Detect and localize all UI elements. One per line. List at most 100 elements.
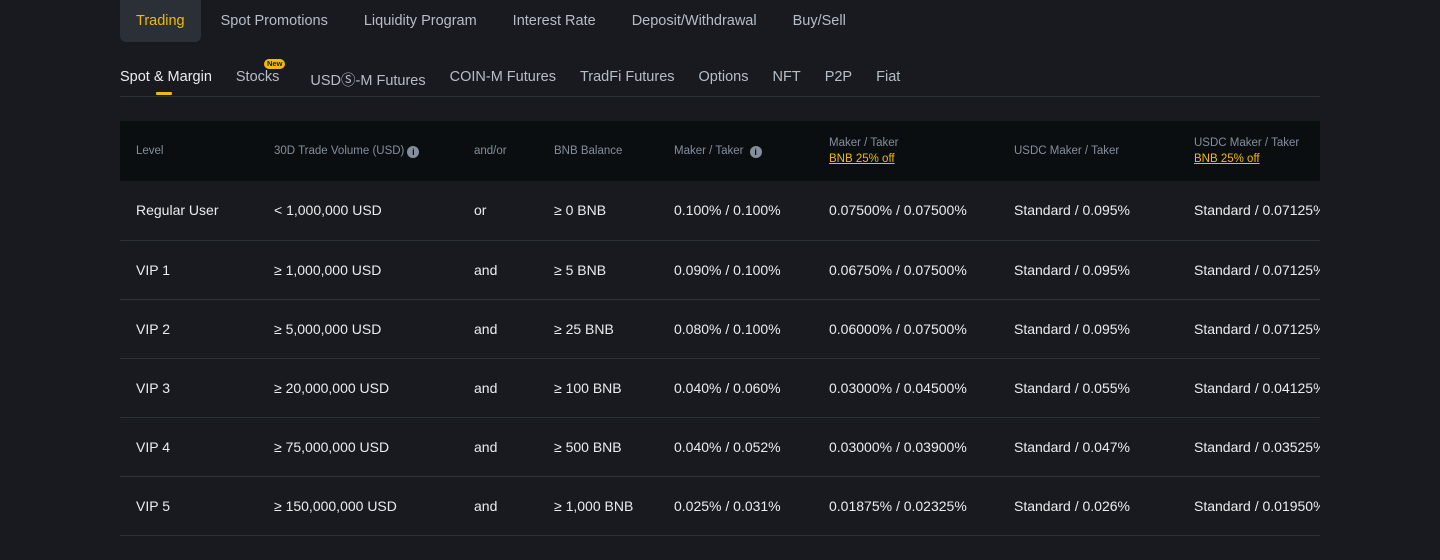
header-maker-taker-label: Maker / Taker [674, 144, 744, 157]
cell-level: VIP 2 [136, 320, 170, 337]
table-row: Regular User < 1,000,000 USD or ≥ 0 BNB … [120, 181, 1320, 240]
table-row: VIP 2 ≥ 5,000,000 USD and ≥ 25 BNB 0.080… [120, 299, 1320, 358]
cell-maker-taker: 0.025% / 0.031% [674, 497, 781, 514]
subtab-tradfi-futures[interactable]: TradFi Futures [580, 60, 675, 96]
cell-usdc-bnb: Standard / 0.07125% [1194, 202, 1320, 219]
cell-usdc-bnb: Standard / 0.01950% [1194, 497, 1320, 514]
cell-maker-taker-bnb: 0.06000% / 0.07500% [829, 320, 967, 337]
table-row: VIP 5 ≥ 150,000,000 USD and ≥ 1,000 BNB … [120, 476, 1320, 535]
cell-bnb-balance: ≥ 25 BNB [554, 320, 614, 337]
cell-bnb-balance: ≥ 500 BNB [554, 438, 622, 455]
subtab-nft[interactable]: NFT [773, 60, 801, 96]
cell-maker-taker-bnb: 0.06750% / 0.07500% [829, 261, 967, 278]
tab-liquidity-program[interactable]: Liquidity Program [348, 0, 493, 42]
subtab-label: TradFi Futures [579, 69, 675, 85]
subtab-spot-margin[interactable]: Spot & Margin [120, 60, 212, 96]
cell-maker-taker-bnb: 0.03000% / 0.03900% [829, 438, 967, 455]
new-badge: New [263, 59, 286, 69]
header-volume-label: 30D Trade Volume (USD) [274, 144, 405, 157]
subtab-label: Stocks [235, 69, 280, 85]
tab-buy-sell[interactable]: Buy/Sell [777, 0, 862, 42]
subtab-label: USDⓈ-M Futures [310, 73, 426, 89]
cell-usdc-bnb: Standard / 0.07125% [1194, 261, 1320, 278]
header-usdc: USDC Maker / Taker [1014, 145, 1120, 157]
header-usdc-bnb-label: USDC Maker / Taker [1194, 137, 1300, 149]
subtab-fiat[interactable]: Fiat [876, 60, 900, 96]
sub-tab-bar: Spot & Margin Stocks New USDⓈ-M Futures … [120, 59, 1320, 97]
bnb-discount-link[interactable]: BNB 25% off [1194, 153, 1320, 165]
subtab-stocks[interactable]: Stocks New [235, 59, 286, 96]
cell-usdc: Standard / 0.047% [1014, 438, 1130, 455]
header-maker-taker-bnb: Maker / Taker BNB 25% off [829, 121, 1014, 181]
cell-maker-taker-bnb: 0.03000% / 0.04500% [829, 379, 967, 396]
table-row: VIP 4 ≥ 75,000,000 USD and ≥ 500 BNB 0.0… [120, 417, 1320, 476]
cell-volume: < 1,000,000 USD [274, 202, 382, 219]
header-maker-taker-bnb-label: Maker / Taker [829, 137, 899, 149]
cell-usdc: Standard / 0.026% [1014, 497, 1130, 514]
cell-usdc: Standard / 0.055% [1014, 379, 1130, 396]
subtab-label: Spot & Margin [120, 69, 212, 85]
subtab-coinm-futures[interactable]: COIN-M Futures [450, 60, 556, 96]
cell-andor: and [474, 320, 498, 337]
cell-maker-taker: 0.040% / 0.060% [674, 379, 781, 396]
top-tab-bar: Trading Spot Promotions Liquidity Progra… [120, 0, 866, 42]
cell-maker-taker: 0.090% / 0.100% [674, 261, 781, 278]
cell-bnb-balance: ≥ 5 BNB [554, 261, 607, 278]
cell-usdc: Standard / 0.095% [1014, 261, 1130, 278]
header-bnb-balance: BNB Balance [554, 145, 623, 157]
subtab-label: NFT [772, 69, 801, 85]
cell-level: Regular User [136, 202, 219, 219]
cell-level: VIP 5 [136, 497, 170, 514]
header-maker-taker: Maker / Taker i [674, 121, 829, 181]
subtab-label: Options [698, 69, 749, 85]
table-header-row: Level 30D Trade Volume (USD) i and/or BNB… [120, 121, 1320, 181]
cell-level: VIP 1 [136, 261, 170, 278]
cell-level: VIP 4 [136, 438, 170, 455]
subtab-label: Fiat [876, 69, 901, 85]
tab-trading[interactable]: Trading [120, 0, 201, 42]
cell-level: VIP 3 [136, 379, 170, 396]
subtab-p2p[interactable]: P2P [825, 60, 852, 96]
info-icon[interactable]: i [407, 145, 420, 158]
cell-andor: and [474, 438, 498, 455]
cell-volume: ≥ 5,000,000 USD [274, 320, 382, 337]
table-row: VIP 1 ≥ 1,000,000 USD and ≥ 5 BNB 0.090%… [120, 240, 1320, 299]
fee-table-container[interactable]: Level 30D Trade Volume (USD) i and/or BNB… [120, 121, 1320, 560]
cell-volume: ≥ 75,000,000 USD [274, 438, 390, 455]
subtab-options[interactable]: Options [699, 60, 749, 96]
subtab-label: COIN-M Futures [449, 69, 556, 85]
tab-deposit-withdrawal[interactable]: Deposit/Withdrawal [616, 0, 773, 42]
cell-usdc: Standard / 0.095% [1014, 202, 1130, 219]
header-volume: 30D Trade Volume (USD) i [274, 121, 474, 181]
cell-usdc: Standard / 0.095% [1014, 320, 1130, 337]
cell-andor: and [474, 497, 498, 514]
subtab-label: P2P [824, 69, 853, 85]
tab-spot-promotions[interactable]: Spot Promotions [205, 0, 344, 42]
fee-table: Level 30D Trade Volume (USD) i and/or BNB… [120, 121, 1320, 536]
cell-volume: ≥ 150,000,000 USD [274, 497, 397, 514]
cell-maker-taker-bnb: 0.01875% / 0.02325% [829, 497, 967, 514]
cell-maker-taker-bnb: 0.07500% / 0.07500% [829, 202, 967, 219]
cell-usdc-bnb: Standard / 0.03525% [1194, 438, 1320, 455]
tab-interest-rate[interactable]: Interest Rate [497, 0, 612, 42]
subtab-usdm-futures[interactable]: USDⓈ-M Futures [310, 60, 425, 96]
header-usdc-bnb: USDC Maker / Taker BNB 25% off [1194, 121, 1320, 181]
header-andor: and/or [474, 145, 507, 157]
cell-bnb-balance: ≥ 0 BNB [554, 202, 607, 219]
cell-usdc-bnb: Standard / 0.07125% [1194, 320, 1320, 337]
cell-usdc-bnb: Standard / 0.04125% [1194, 379, 1320, 396]
cell-andor: and [474, 261, 498, 278]
bnb-discount-link[interactable]: BNB 25% off [829, 153, 1014, 165]
cell-bnb-balance: ≥ 1,000 BNB [554, 497, 634, 514]
cell-maker-taker: 0.080% / 0.100% [674, 320, 781, 337]
cell-volume: ≥ 20,000,000 USD [274, 379, 390, 396]
cell-maker-taker: 0.100% / 0.100% [674, 202, 781, 219]
header-level: Level [136, 145, 164, 157]
cell-andor: and [474, 379, 498, 396]
cell-volume: ≥ 1,000,000 USD [274, 261, 382, 278]
info-icon[interactable]: i [749, 145, 762, 158]
cell-bnb-balance: ≥ 100 BNB [554, 379, 622, 396]
fee-schedule-page: Trading Spot Promotions Liquidity Progra… [0, 0, 1440, 560]
cell-andor: or [474, 202, 487, 219]
table-row: VIP 3 ≥ 20,000,000 USD and ≥ 100 BNB 0.0… [120, 358, 1320, 417]
